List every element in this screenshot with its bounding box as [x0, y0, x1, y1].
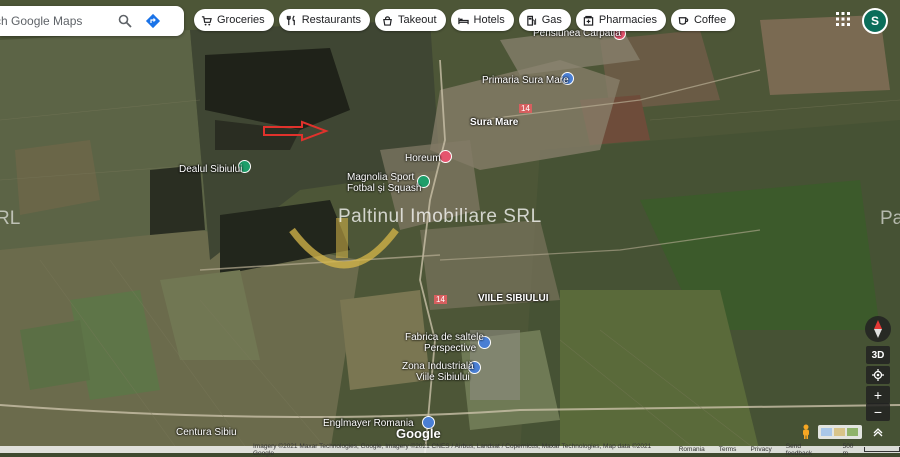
- directions-icon[interactable]: [142, 10, 164, 32]
- chip-takeout-label: Takeout: [398, 14, 437, 26]
- send-feedback-link[interactable]: Send feedback: [786, 443, 829, 457]
- privacy-link[interactable]: Privacy: [750, 446, 771, 453]
- fabrica-label-1[interactable]: Fabrica de saltele: [405, 332, 484, 343]
- compass-icon[interactable]: [865, 316, 891, 342]
- watermark-left-text: RL: [0, 208, 21, 229]
- chip-restaurants[interactable]: Restaurants: [278, 9, 370, 31]
- chip-hotels-label: Hotels: [473, 14, 505, 26]
- search-input[interactable]: ch Google Maps: [0, 14, 110, 28]
- chevron-up-icon: [873, 428, 883, 437]
- red-arrow-annotation: [263, 120, 329, 142]
- horeum-label[interactable]: Horeum: [405, 153, 441, 164]
- coffee-icon: [678, 16, 689, 25]
- locate-button[interactable]: [866, 366, 890, 384]
- sura-mare-label[interactable]: Sura Mare: [470, 117, 518, 128]
- magnolia-label-1[interactable]: Magnolia Sport: [347, 172, 414, 183]
- terms-link[interactable]: Terms: [719, 446, 737, 453]
- category-chips: Groceries Restaurants Takeout Hotels Gas…: [194, 9, 736, 31]
- chip-hotels[interactable]: Hotels: [450, 9, 514, 31]
- cart-icon: [201, 15, 212, 26]
- bed-icon: [457, 17, 469, 24]
- search-box[interactable]: ch Google Maps: [0, 6, 184, 36]
- chip-gas-label: Gas: [541, 14, 562, 26]
- scale-bar: [864, 447, 900, 452]
- view-3d-button[interactable]: 3D: [866, 346, 890, 364]
- chip-gas[interactable]: Gas: [518, 9, 571, 31]
- gas-pump-icon: [526, 15, 536, 26]
- road-14-mid: 14: [434, 295, 447, 304]
- road-14-top: 14: [519, 104, 532, 113]
- zona-label-1[interactable]: Zona Industrială: [402, 361, 474, 372]
- takeout-icon: [383, 15, 392, 26]
- chip-groceries[interactable]: Groceries: [194, 9, 274, 31]
- watermark-text: Paltinul Imobiliare SRL: [338, 206, 542, 227]
- chip-pharmacies[interactable]: Pharmacies: [575, 9, 666, 31]
- fabrica-label-2[interactable]: Perspective: [424, 343, 476, 354]
- chip-restaurants-label: Restaurants: [301, 14, 361, 26]
- layers-thumbnails-icon: [821, 428, 858, 436]
- chip-coffee[interactable]: Coffee: [670, 9, 736, 31]
- pegman-icon[interactable]: [800, 424, 812, 440]
- scale-label[interactable]: 500 m: [843, 443, 861, 457]
- zona-label-2[interactable]: Viile Sibiului: [416, 372, 470, 383]
- chip-takeout[interactable]: Takeout: [375, 9, 446, 31]
- country-label: Romania: [678, 446, 705, 453]
- expand-button[interactable]: [870, 424, 886, 440]
- fork-knife-icon: [286, 14, 295, 25]
- locate-icon: [872, 369, 884, 381]
- zoom-out-button[interactable]: −: [866, 403, 890, 421]
- imagery-credit: Imagery ©2021 Maxar Technologies, Google…: [253, 442, 652, 457]
- account-avatar[interactable]: S: [862, 8, 888, 34]
- apps-grid-icon[interactable]: [836, 12, 850, 26]
- chip-pharmacies-label: Pharmacies: [598, 14, 657, 26]
- pharmacy-icon: [583, 15, 594, 26]
- centura-label: Centura Sibiu: [176, 427, 237, 438]
- google-logo: Google: [396, 426, 441, 441]
- viile-sibiului-label[interactable]: VIILE SIBIULUI: [478, 293, 549, 304]
- chip-coffee-label: Coffee: [693, 14, 727, 26]
- dealul-label[interactable]: Dealul Sibiului: [179, 164, 242, 175]
- watermark-right-text: Pa: [880, 208, 900, 229]
- chip-groceries-label: Groceries: [217, 14, 265, 26]
- zoom-in-button[interactable]: +: [866, 386, 890, 404]
- layers-button[interactable]: [818, 425, 862, 439]
- magnolia-label-2[interactable]: Fotbal și Squash: [347, 183, 422, 194]
- search-icon[interactable]: [114, 10, 136, 32]
- attribution-bar: Imagery ©2021 Maxar Technologies, Google…: [0, 443, 900, 457]
- primaria-label[interactable]: Primaria Sura Mare: [482, 75, 569, 86]
